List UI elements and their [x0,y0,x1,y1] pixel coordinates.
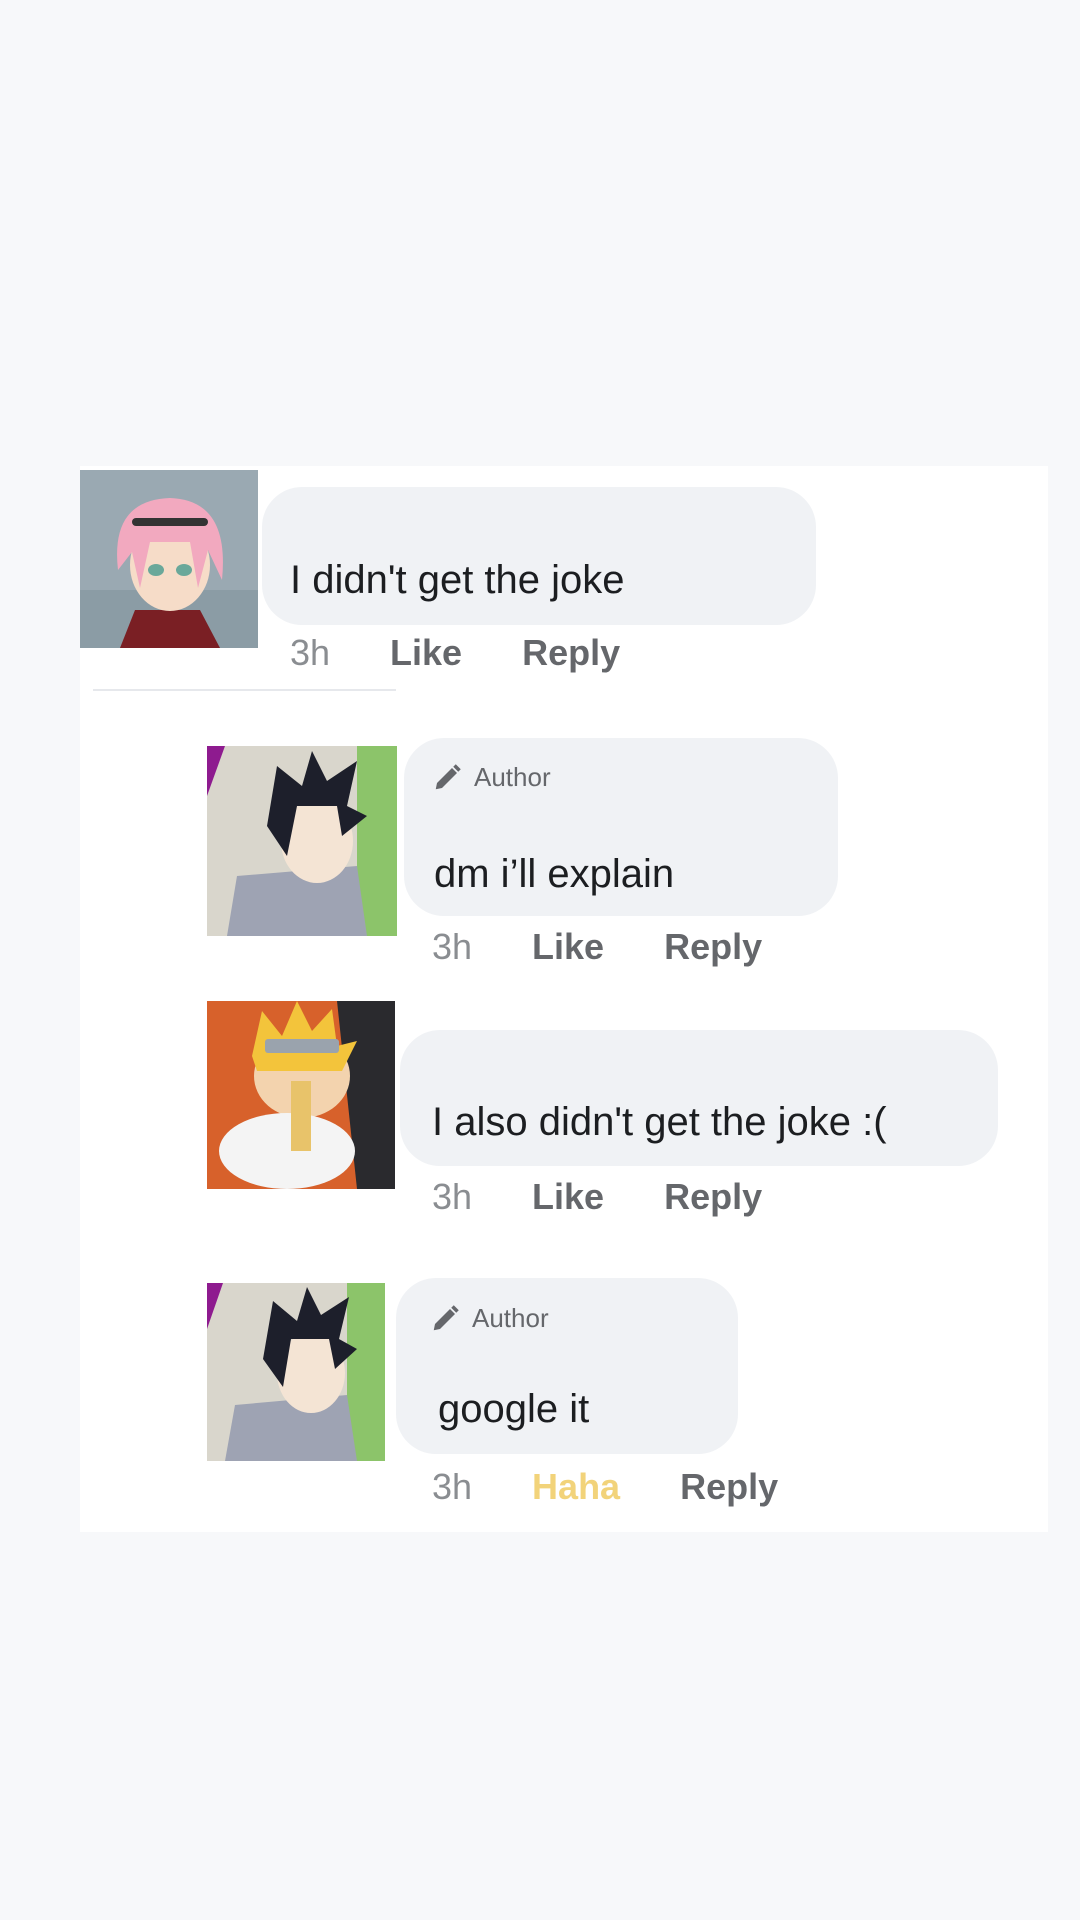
reply-button[interactable]: Reply [680,1466,778,1508]
like-button[interactable]: Like [390,632,462,674]
avatar[interactable] [207,1283,385,1461]
comment-time: 3h [432,1466,473,1507]
reply-button[interactable]: Reply [664,926,762,968]
avatar[interactable] [207,746,397,936]
comment-actions: 3h Haha Reply [432,1466,838,1508]
comment-actions: 3h Like Reply [290,632,680,674]
author-label: Author [472,1303,549,1333]
comment-time: 3h [432,1176,473,1217]
comment-actions: 3h Like Reply [432,1176,822,1218]
pencil-icon [433,1304,459,1330]
comment-time: 3h [290,632,331,673]
dark-haired-character-avatar [207,1283,385,1461]
comment-text: google it [438,1387,590,1431]
pencil-icon [435,763,461,789]
like-button[interactable]: Like [532,926,604,968]
pink-haired-character-avatar [80,470,258,648]
like-button[interactable]: Like [532,1176,604,1218]
avatar[interactable] [207,1001,395,1189]
comment-time: 3h [432,926,473,967]
blond-character-eating-ramen-avatar [207,1001,395,1189]
comment-text: I didn't get the joke [290,558,625,602]
thread-divider [93,689,396,691]
comment-bubble [400,1030,998,1166]
haha-reaction-button[interactable]: Haha [532,1466,620,1508]
avatar[interactable] [80,470,258,648]
dark-haired-character-avatar [207,746,397,936]
author-tag: Author [432,762,551,793]
author-tag: Author [430,1303,549,1334]
comment-text: dm i’ll explain [434,852,675,896]
author-label: Author [474,762,551,792]
comment-actions: 3h Like Reply [432,926,822,968]
reply-button[interactable]: Reply [522,632,620,674]
reply-button[interactable]: Reply [664,1176,762,1218]
comment-text: I also didn't get the joke :( [432,1100,887,1144]
comment-bubble [262,487,816,625]
